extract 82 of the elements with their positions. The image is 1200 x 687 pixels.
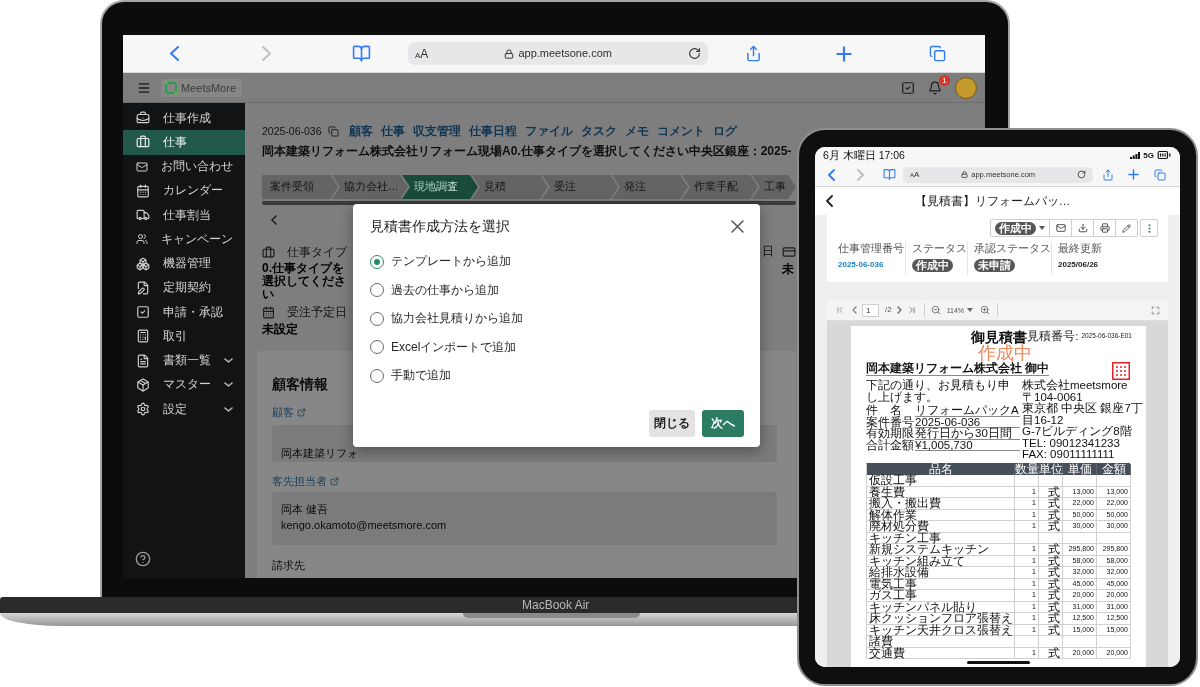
table-cell: 給排水設備 <box>867 567 1015 579</box>
table-cell: 式 <box>1039 624 1063 636</box>
recipient: 岡本建築リフォーム株式会社 御中 <box>866 362 1050 376</box>
column-header: 単価 <box>1063 463 1097 475</box>
table-cell: 式 <box>1039 613 1063 625</box>
summary-label: ステータス <box>912 242 967 255</box>
section-cell: 仮設工事 <box>867 475 1015 487</box>
table-cell: キッチン天井クロス張替え <box>867 624 1015 636</box>
section-cell: キッチン工事 <box>867 532 1015 544</box>
model-label: MacBook Air <box>522 598 590 612</box>
address-line: FAX: 09011111111 <box>1022 449 1115 461</box>
table-cell: 交通費 <box>867 647 1015 659</box>
field-value: 未設定 <box>262 323 299 336</box>
detail-label: 案件番号 <box>866 416 914 428</box>
issuer-name: 株式会社meetsmore <box>1022 380 1128 392</box>
address-line: TEL: 09012341233 <box>1022 437 1120 449</box>
document-title: 御見積書 <box>971 330 1028 344</box>
contact-name: 岡本 健吾 <box>281 502 329 517</box>
estimate-number-label: 見積番号: <box>1027 330 1079 342</box>
table-cell: 式 <box>1039 590 1063 602</box>
table-cell: 式 <box>1039 578 1063 590</box>
table-cell: 床クッションフロア張替え <box>867 613 1015 625</box>
network-label: 5G <box>1143 150 1154 160</box>
summary-label: 承認ステータス <box>974 242 1051 255</box>
field-label: 受注予定日 <box>287 304 347 320</box>
column-header: 数量 <box>1015 463 1039 475</box>
status-badge: 作成中 <box>995 221 1036 235</box>
page-count: /2 <box>885 305 892 315</box>
column-header: 品名 <box>867 463 1015 475</box>
summary-label: 最終更新 <box>1058 242 1102 255</box>
status-badge: 未申請 <box>974 258 1015 272</box>
section-cell: 諸費 <box>867 636 1015 648</box>
table-cell: キッチンパネル貼り <box>867 601 1015 613</box>
address-line: 〒104-0061 <box>1022 391 1083 403</box>
url-text: app.meetsone.com <box>518 46 612 61</box>
table-cell: キッチン組み立て <box>867 555 1015 567</box>
detail-label: 合計金額 <box>866 439 914 451</box>
table-cell: ガス工事 <box>867 590 1015 602</box>
detail-value: リフォームパックA <box>915 405 1020 417</box>
detail-label: 有効期限 <box>866 428 914 439</box>
table-cell: 式 <box>1039 647 1063 659</box>
address-line: 東京都 中央区 銀座7丁目16-12 <box>1022 403 1144 426</box>
detail-value: 発行日から30日間 <box>915 428 1020 440</box>
table-cell: 電気工事 <box>867 578 1015 590</box>
contact-email: kengo.okamoto@meetsmore.com <box>281 518 447 533</box>
job-title: 岡本建築リフォーム株式会社リフォーム現場A0.仕事タイプを選択してください中央区銀座：2025- <box>262 143 792 159</box>
column-header: 金額 <box>1097 463 1131 475</box>
table-cell: 解体作業 <box>867 509 1015 521</box>
status-text: 作成中 <box>978 344 1032 362</box>
field-label: 日 <box>762 244 774 259</box>
table-cell: 養生費 <box>867 486 1015 498</box>
table-cell: 新規システムキッチン <box>867 544 1015 556</box>
field-value: 未 <box>782 263 794 276</box>
table-cell: 搬入・搬出費 <box>867 498 1015 510</box>
table-cell: 式 <box>1039 544 1063 556</box>
table-cell: 廃材処分費 <box>867 521 1015 533</box>
table-cell: 式 <box>1039 498 1063 510</box>
field-label: 仕事タイプ <box>287 244 347 260</box>
logo-text: MeetsMore <box>181 80 237 95</box>
column-header: 単位 <box>1039 463 1063 475</box>
detail-value: 2025-06-036 <box>915 416 1020 428</box>
table-cell: 式 <box>1039 601 1063 613</box>
job-number: 2025-06-036 <box>262 124 322 138</box>
table-cell: 式 <box>1039 509 1063 521</box>
table-cell: 式 <box>1039 567 1063 579</box>
summary-value: 2025/06/26 <box>1058 260 1099 270</box>
table-cell: 式 <box>1039 555 1063 567</box>
table-cell: 式 <box>1039 521 1063 533</box>
panel-heading: 顧客情報 <box>272 375 328 393</box>
status-time: 6月 木曜日 17:06 <box>823 149 905 161</box>
detail-value: ¥1,005,730 <box>915 439 1020 451</box>
greeting: 下記の通り、お見積もり申し上げます。 <box>866 380 1011 403</box>
table-cell: 式 <box>1039 486 1063 498</box>
detail-label: 件 名 <box>866 405 903 416</box>
field-value: 0.仕事タイプを選択してください <box>262 262 347 301</box>
address-line: G-7ビルディング8階 <box>1022 426 1132 438</box>
billing-label: 請求先 <box>272 558 305 572</box>
dialog-title: 見積書作成方法を選択 <box>370 218 510 235</box>
page-title: 【見積書】リフォームパッ… <box>913 193 1072 209</box>
summary-label: 仕事管理番号 <box>838 242 904 255</box>
status-badge: 作成中 <box>912 258 953 272</box>
notification-badge: 1 <box>939 74 950 86</box>
